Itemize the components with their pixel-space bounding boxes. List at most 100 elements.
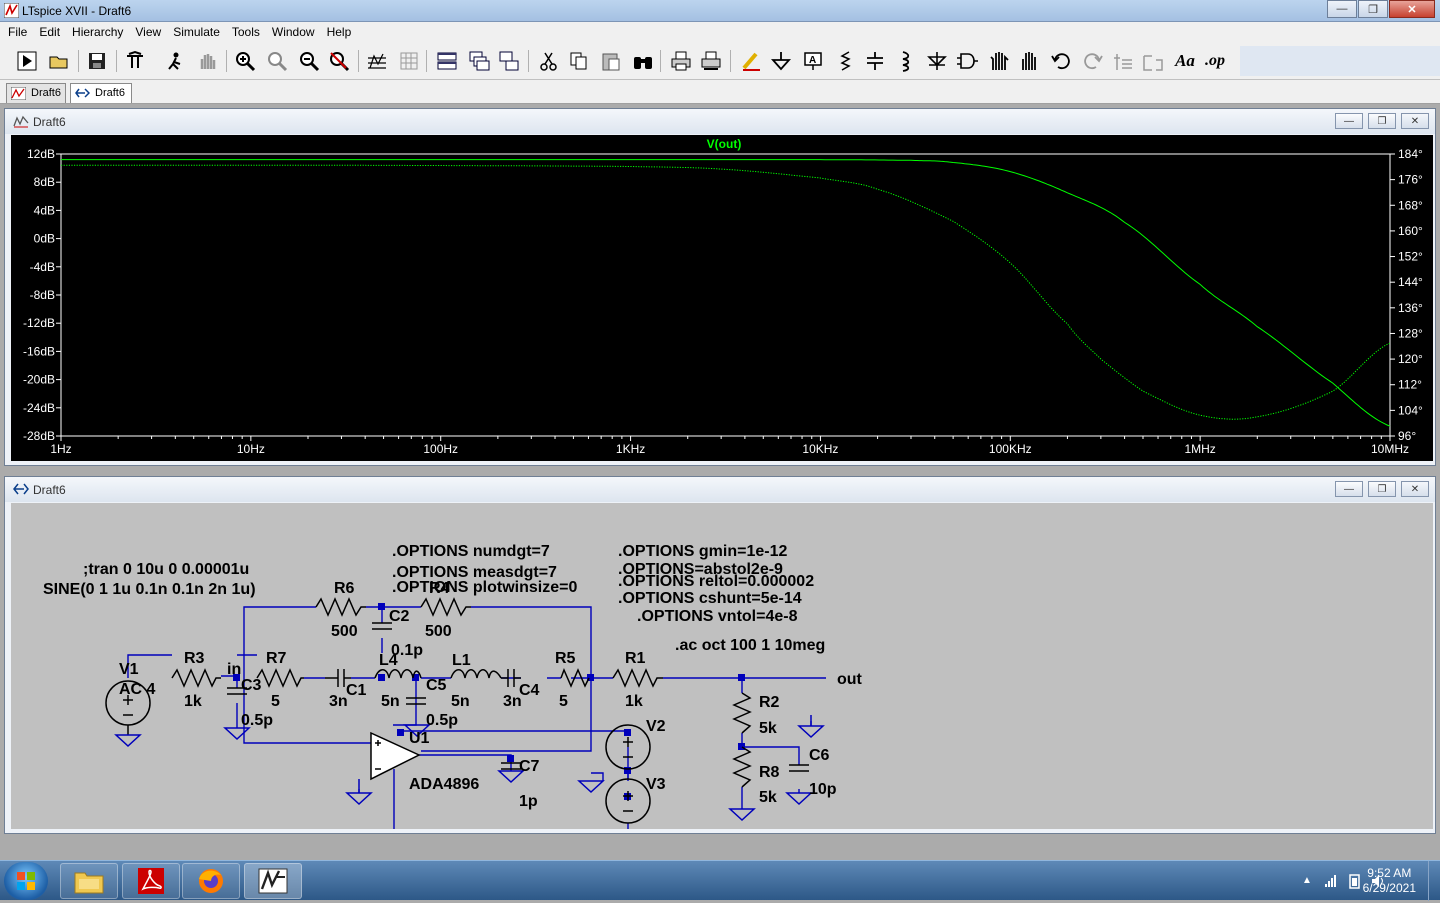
autorange-icon[interactable] [364,48,390,74]
redo-icon[interactable] [1080,48,1106,74]
sine-source-text[interactable]: SINE(0 1 1u 0.1n 0.1n 2n 1u) [43,581,256,598]
options-numdgt[interactable]: .OPTIONS numdgt=7 [392,543,550,560]
control-panel-icon[interactable] [122,48,148,74]
right-tick-label: 128° [1398,326,1423,340]
paste-icon[interactable] [598,48,624,74]
power-icon[interactable] [1348,873,1362,889]
x-tick-label: 1Hz [50,442,71,456]
c3-label: C3 [241,677,262,694]
capacitor-icon[interactable] [862,48,888,74]
save-icon[interactable] [84,48,110,74]
tab-schematic-draft6[interactable]: Draft6 [70,83,132,103]
minimize-button[interactable]: — [1327,0,1357,18]
tray-expand-icon[interactable]: ▲ [1302,875,1312,886]
tab-waveform-draft6[interactable]: Draft6 [6,83,66,103]
menu-window[interactable]: Window [266,25,321,39]
trace-label[interactable]: V(out) [707,137,742,151]
menu-help[interactable]: Help [321,25,358,39]
close-button[interactable]: ✕ [1389,0,1435,18]
menu-edit[interactable]: Edit [33,25,66,39]
cut-icon[interactable] [536,48,562,74]
spice-directive-icon[interactable]: .op [1202,48,1228,74]
ltspice-icon[interactable] [244,863,302,899]
network-icon[interactable] [1324,874,1338,888]
left-tick-label: -24dB [23,401,55,415]
firefox-icon[interactable] [182,863,240,899]
left-tick-label: -12dB [23,316,55,330]
undo-icon[interactable] [1048,48,1074,74]
r2-value: 5k [759,720,777,737]
run-icon[interactable] [14,48,40,74]
waveform-close-button[interactable]: ✕ [1401,113,1429,129]
waveform-minimize-button[interactable]: — [1335,113,1363,129]
options-gmin[interactable]: .OPTIONS gmin=1e-12 [618,543,787,560]
v3-label: V3 [646,776,666,793]
r4-symbol [420,597,471,617]
resistor-icon[interactable] [832,48,858,74]
start-button[interactable] [4,862,48,900]
text-icon[interactable]: Aa [1172,48,1198,74]
clock-time: 9:52 AM [1367,866,1412,880]
bode-plot[interactable]: V(out) 12dB 8dB 4dB 0dB -4dB -8dB -12dB -16dB -2… [11,135,1433,461]
left-tick-label: -8dB [30,288,55,302]
tran-directive[interactable]: ;tran 0 10u 0 0.00001u [83,561,249,578]
find-icon[interactable] [630,48,656,74]
pdf-reader-icon[interactable] [122,863,180,899]
print-icon[interactable] [668,48,694,74]
inductor-icon[interactable] [892,48,918,74]
restore-button[interactable]: ❐ [1358,0,1388,18]
menu-tools[interactable]: Tools [226,25,266,39]
drag-icon[interactable] [1016,48,1042,74]
zoom-cancel-icon[interactable] [326,48,352,74]
right-tick-label: 152° [1398,250,1423,264]
probe-icon[interactable] [162,48,188,74]
menu-file[interactable]: File [2,25,33,39]
menu-bar: File Edit Hierarchy View Simulate Tools … [0,22,1440,42]
grid-icon[interactable] [396,48,422,74]
schematic-window-titlebar: Draft6 — ❐ ✕ [5,477,1435,502]
schematic-restore-button[interactable]: ❐ [1368,481,1396,497]
ac-directive[interactable]: .ac oct 100 1 10meg [675,637,825,654]
open-icon[interactable] [46,48,72,74]
zoom-in-icon[interactable] [232,48,258,74]
waveform-restore-button[interactable]: ❐ [1368,113,1396,129]
options-reltol[interactable]: .OPTIONS reltol=0.000002 [618,573,814,590]
menu-simulate[interactable]: Simulate [167,25,226,39]
label-net-icon[interactable]: A [800,48,826,74]
cascade-icon[interactable] [466,48,492,74]
options-plotwinsize[interactable]: .OPTIONS plotwinsize=0 [392,579,577,596]
print-setup-icon[interactable] [698,48,724,74]
rotate-icon[interactable] [1110,48,1136,74]
schematic-canvas[interactable]: ;tran 0 10u 0 0.00001u SINE(0 1 1u 0.1n … [11,503,1433,851]
r4-value: 500 [425,623,452,640]
pan-hand-icon[interactable] [194,48,220,74]
show-desktop-button[interactable] [1428,861,1440,901]
c6-label: C6 [809,747,830,764]
tile-vertical-icon[interactable] [496,48,522,74]
clock[interactable]: 9:52 AM 6/29/2021 [1363,866,1416,896]
ground-icon[interactable] [768,48,794,74]
schematic-minimize-button[interactable]: — [1335,481,1363,497]
mirror-icon[interactable] [1140,48,1166,74]
options-cshunt[interactable]: .OPTIONS cshunt=5e-14 [618,590,802,607]
file-explorer-icon[interactable] [60,863,118,899]
zoom-out-icon[interactable] [296,48,322,74]
options-vntol[interactable]: .OPTIONS vntol=4e-8 [637,608,798,625]
schematic-close-button[interactable]: ✕ [1401,481,1429,497]
menu-view[interactable]: View [129,25,167,39]
move-icon[interactable] [986,48,1012,74]
r6-symbol [315,597,366,617]
tile-horizontal-icon[interactable] [434,48,460,74]
c7-value: 1p [519,793,538,810]
diode-icon[interactable] [924,48,950,74]
schematic-drawing[interactable]: ;tran 0 10u 0 0.00001u SINE(0 1 1u 0.1n … [11,503,1433,851]
menu-hierarchy[interactable]: Hierarchy [66,25,129,39]
draw-wire-icon[interactable] [738,48,764,74]
r6-value: 500 [331,623,358,640]
copy-icon[interactable] [566,48,592,74]
component-icon[interactable] [954,48,980,74]
u1-value: ADA4896 [409,776,479,793]
zoom-fit-icon[interactable] [264,48,290,74]
c5-label: C5 [426,677,447,694]
plot-pane[interactable]: V(out) 12dB 8dB 4dB 0dB -4dB -8dB -12dB -16dB -2… [11,135,1433,461]
